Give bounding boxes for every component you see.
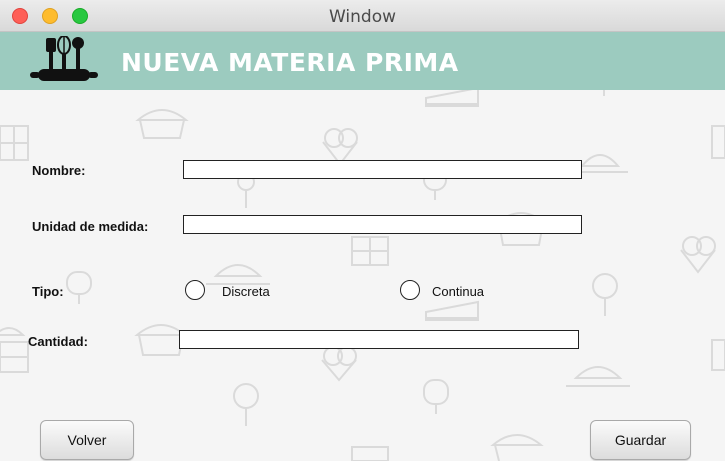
chocolate-bar-icon <box>711 339 725 371</box>
pudding-icon <box>206 264 270 285</box>
cupcake-icon <box>135 109 189 139</box>
nombre-input[interactable] <box>183 160 582 179</box>
popsicle-icon <box>66 271 92 304</box>
cupcake-icon <box>134 324 188 356</box>
app-window: Window NUEVA MATERIA PRIMA Nombre: Unida… <box>0 0 725 461</box>
dessert-pattern-background <box>0 90 725 461</box>
kitchen-utensils-logo-icon <box>30 36 98 81</box>
volver-button[interactable]: Volver <box>40 420 134 460</box>
window-title: Window <box>328 7 397 27</box>
discreta-radio-label[interactable]: Discreta <box>222 284 270 299</box>
guardar-button[interactable]: Guardar <box>590 420 691 460</box>
tipo-label: Tipo: <box>32 284 64 299</box>
chocolate-bar-icon <box>0 341 29 373</box>
nombre-label: Nombre: <box>32 163 86 178</box>
unidad-medida-input[interactable] <box>183 215 582 234</box>
lollipop-icon <box>237 173 255 208</box>
cantidad-label: Cantidad: <box>28 334 88 349</box>
cupcake-icon <box>490 434 544 461</box>
unidad-medida-label: Unidad de medida: <box>32 219 149 234</box>
ice-cream-icon <box>321 346 357 382</box>
popsicle-icon <box>423 379 449 414</box>
discreta-radio[interactable] <box>185 280 205 300</box>
chocolate-bar-icon <box>711 125 725 159</box>
chocolate-bar-icon <box>0 125 29 161</box>
cake-icon <box>425 90 479 107</box>
lollipop-icon <box>233 383 259 426</box>
cake-icon <box>425 300 479 321</box>
page-title: NUEVA MATERIA PRIMA <box>121 48 459 77</box>
continua-radio[interactable] <box>400 280 420 300</box>
continua-radio-label[interactable]: Continua <box>432 284 484 299</box>
chocolate-bar-icon <box>351 236 389 266</box>
ice-cream-icon <box>322 128 358 166</box>
pudding-icon <box>566 366 630 387</box>
ice-cream-icon <box>680 236 716 274</box>
header-banner: NUEVA MATERIA PRIMA <box>0 32 725 90</box>
cupcake-icon <box>0 327 26 336</box>
cantidad-input[interactable] <box>179 330 579 349</box>
title-bar: Window <box>0 0 725 32</box>
lollipop-icon <box>592 273 618 316</box>
chocolate-bar-icon <box>351 446 389 461</box>
